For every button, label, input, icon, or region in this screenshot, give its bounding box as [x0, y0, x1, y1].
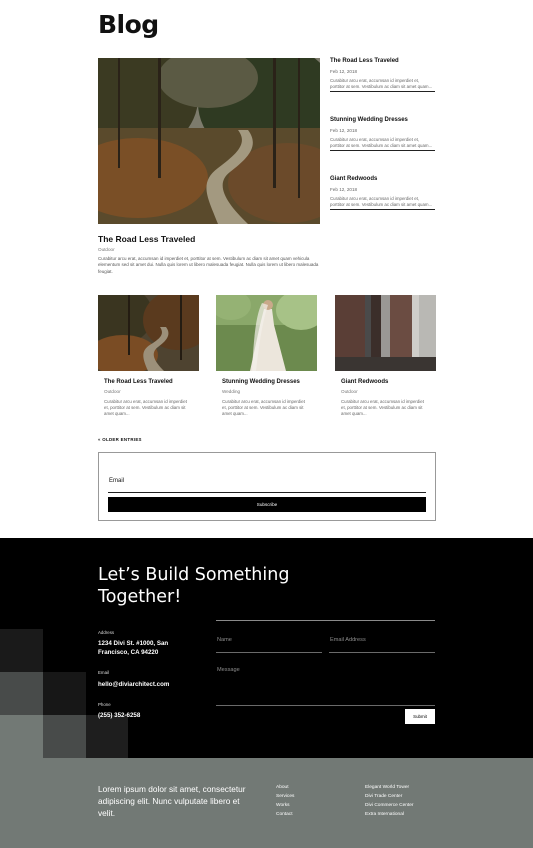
post-card-title[interactable]: Stunning Wedding Dresses	[222, 379, 311, 385]
side-post-date: Feb 12, 2018	[330, 187, 358, 192]
footer-location[interactable]: Elegant World Tower	[365, 783, 414, 792]
post-card-category[interactable]: Outdoor	[341, 389, 430, 394]
contact-heading: Let’s Build Something Together!	[98, 565, 290, 607]
side-post-title[interactable]: Stunning Wedding Dresses	[330, 117, 435, 123]
email-label: Email	[98, 670, 109, 675]
subscribe-form: Email Subscribe	[98, 452, 436, 521]
post-card-image[interactable]	[335, 295, 436, 371]
featured-post-title[interactable]: The Road Less Traveled	[98, 234, 195, 244]
decorative-square	[43, 672, 86, 715]
name-input-underline	[216, 652, 322, 653]
address-label: Address	[98, 630, 115, 635]
post-card: The Road Less Traveled Outdoor Curabitur…	[98, 295, 199, 418]
footer-link-contact[interactable]: Contact	[276, 810, 294, 819]
footer-link-about[interactable]: About	[276, 783, 294, 792]
footer-location[interactable]: Divi Commerce Center	[365, 801, 414, 810]
featured-post-excerpt: Curabitur arcu erat, accumsan id imperdi…	[98, 256, 319, 274]
email-field[interactable]: Email	[109, 478, 124, 484]
decorative-square	[0, 672, 43, 715]
footer-link-works[interactable]: Works	[276, 801, 294, 810]
wedding-dress-photo	[216, 295, 317, 371]
email-address-input-underline	[329, 652, 435, 653]
footer-tagline: Lorem ipsum dolor sit amet, consectetur …	[98, 784, 246, 818]
side-post-date: Feb 12, 2018	[330, 69, 358, 74]
side-post-title[interactable]: Giant Redwoods	[330, 176, 435, 182]
featured-post-category[interactable]: Outdoor	[98, 247, 115, 252]
side-post-date: Feb 12, 2018	[330, 128, 358, 133]
post-card-category[interactable]: Wedding	[222, 389, 311, 394]
decorative-square	[86, 715, 128, 758]
post-card-excerpt: Curabitur arcu erat, accumsan id imperdi…	[222, 399, 305, 417]
side-post-title[interactable]: The Road Less Traveled	[330, 58, 435, 64]
redwood-trees-photo	[335, 295, 436, 371]
side-post-excerpt: Curabitur arcu erat, accumsan id imperdi…	[330, 137, 435, 152]
subscribe-button[interactable]: Subscribe	[108, 497, 426, 512]
submit-button[interactable]: Submit	[405, 709, 435, 724]
post-card-title[interactable]: Giant Redwoods	[341, 379, 430, 385]
footer-locations: Elegant World Tower Divi Trade Center Di…	[365, 783, 414, 819]
name-input[interactable]: Name	[217, 637, 232, 643]
phone-value[interactable]: (255) 352-6258	[98, 711, 140, 720]
side-post: Stunning Wedding Dresses Feb 12, 2018 Cu…	[330, 117, 435, 152]
decorative-square	[0, 629, 43, 672]
message-textarea-underline	[216, 705, 435, 706]
footer-link-services[interactable]: Services	[276, 792, 294, 801]
side-post: Giant Redwoods Feb 12, 2018 Curabitur ar…	[330, 176, 435, 211]
forest-road-photo	[98, 295, 199, 371]
divider	[216, 620, 435, 621]
post-card-excerpt: Curabitur arcu erat, accumsan id imperdi…	[104, 399, 187, 417]
post-card-image[interactable]	[216, 295, 317, 371]
decorative-square	[43, 715, 86, 758]
side-post-excerpt: Curabitur arcu erat, accumsan id imperdi…	[330, 78, 435, 93]
post-card: Giant Redwoods Outdoor Curabitur arcu er…	[335, 295, 436, 418]
footer-location[interactable]: Divi Trade Center	[365, 792, 414, 801]
post-card-image[interactable]	[98, 295, 199, 371]
post-card-category[interactable]: Outdoor	[104, 389, 193, 394]
older-entries-link[interactable]: « OLDER ENTRIES	[98, 437, 142, 442]
email-value[interactable]: hello@diviarchitect.com	[98, 680, 169, 689]
page-title: Blog	[98, 10, 159, 39]
email-field-underline	[108, 492, 426, 493]
email-address-input[interactable]: Email Address	[330, 637, 366, 643]
post-card: Stunning Wedding Dresses Wedding Curabit…	[216, 295, 317, 418]
message-textarea[interactable]: Message	[217, 667, 240, 673]
footer	[0, 758, 533, 848]
post-card-excerpt: Curabitur arcu erat, accumsan id imperdi…	[341, 399, 424, 417]
footer-location[interactable]: Extra International	[365, 810, 414, 819]
post-card-title[interactable]: The Road Less Traveled	[104, 379, 193, 385]
decorative-square	[0, 715, 43, 758]
featured-post-image[interactable]	[98, 58, 320, 224]
forest-road-photo	[98, 58, 320, 224]
phone-label: Phone	[98, 702, 111, 707]
address-value: 1234 Divi St. #1000, San Francisco, CA 9…	[98, 640, 169, 656]
side-post: The Road Less Traveled Feb 12, 2018 Cura…	[330, 58, 435, 93]
footer-nav: About Services Works Contact	[276, 783, 294, 819]
side-post-excerpt: Curabitur arcu erat, accumsan id imperdi…	[330, 196, 435, 211]
